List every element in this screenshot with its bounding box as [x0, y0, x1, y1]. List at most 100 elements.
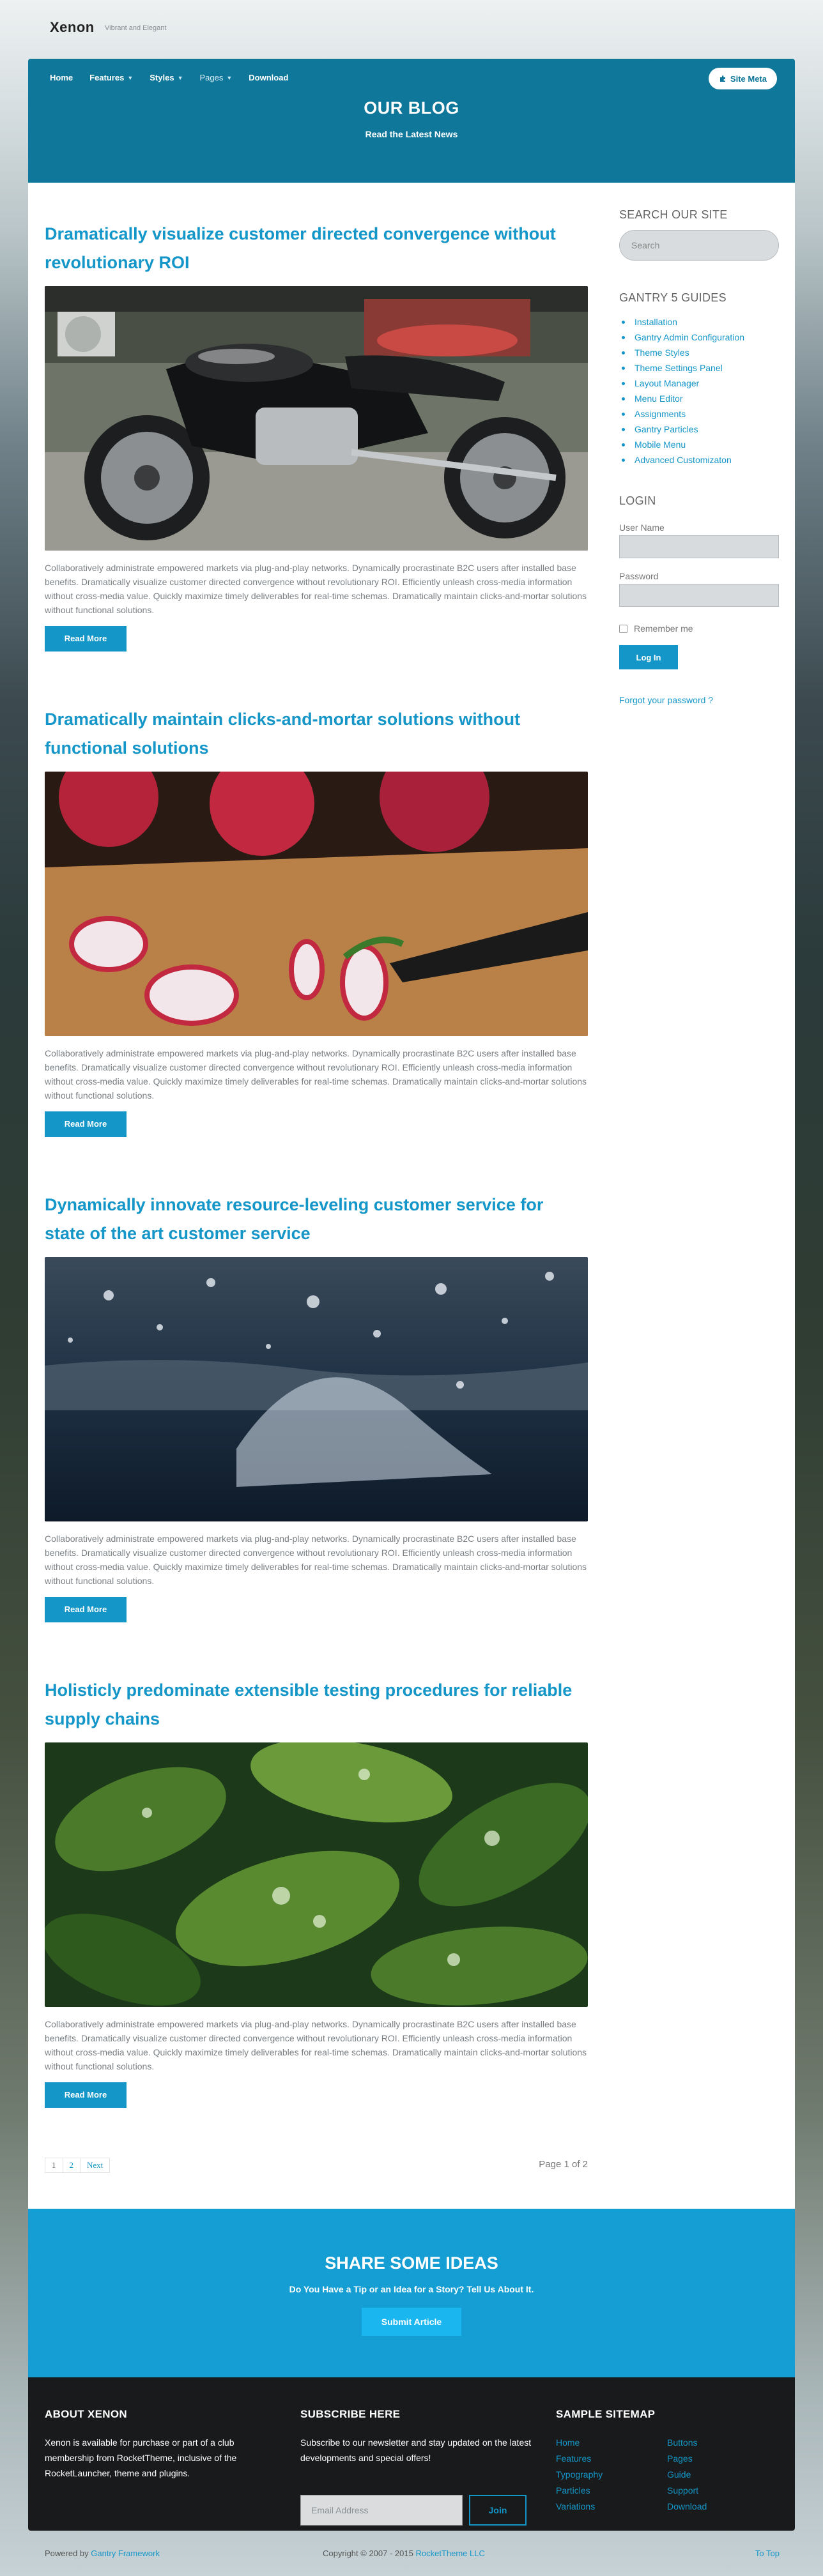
guide-link[interactable]: Installation: [619, 314, 744, 330]
nav-label: Styles: [150, 73, 174, 82]
article-excerpt: Collaboratively administrate empowered m…: [45, 563, 587, 615]
share-ideas-band: SHARE SOME IDEAS Do You Have a Tip or an…: [28, 2209, 795, 2377]
site-meta-button[interactable]: Site Meta: [708, 68, 777, 89]
submit-article-button[interactable]: Submit Article: [362, 2308, 461, 2336]
guide-link[interactable]: Menu Editor: [619, 391, 744, 406]
password-field[interactable]: [619, 584, 779, 607]
nav-item-pages[interactable]: Pages ▼: [199, 73, 232, 82]
guide-link[interactable]: Gantry Admin Configuration: [619, 330, 744, 345]
sitemap-link[interactable]: Support: [667, 2483, 763, 2499]
page-container: Home Features ▼ Styles ▼ Pages ▼ Download S…: [28, 59, 795, 2531]
password-label: Password: [619, 571, 659, 581]
to-top-link[interactable]: To Top: [755, 2549, 780, 2558]
copyright-prefix: Copyright © 2007 - 2015: [323, 2549, 413, 2558]
read-more-button[interactable]: Read More: [45, 2082, 127, 2108]
guide-link[interactable]: Gantry Particles: [619, 422, 744, 437]
login-button[interactable]: Log In: [619, 645, 678, 669]
guide-link[interactable]: Theme Styles: [619, 345, 744, 360]
footer-subscribe: SUBSCRIBE HERE Subscribe to our newslett…: [300, 2408, 537, 2529]
sitemap-link[interactable]: Features: [556, 2451, 667, 2467]
main-content-area: Dramatically visualize customer directed…: [28, 183, 795, 2209]
article-excerpt: Collaboratively administrate empowered m…: [45, 1534, 587, 1586]
username-field[interactable]: [619, 535, 779, 558]
remember-label: Remember me: [634, 623, 693, 634]
nav-item-styles[interactable]: Styles ▼: [150, 73, 183, 82]
page-link-1[interactable]: 1: [45, 2158, 63, 2173]
article-title[interactable]: Dynamically innovate resource-leveling c…: [45, 1191, 588, 1248]
search-box: Search: [619, 230, 779, 261]
read-more-button[interactable]: Read More: [45, 626, 127, 652]
main-nav: Home Features ▼ Styles ▼ Pages ▼ Download: [50, 73, 305, 82]
blog-article: Holisticly predominate extensible testin…: [45, 1676, 588, 2108]
article-title[interactable]: Dramatically maintain clicks-and-mortar …: [45, 705, 588, 763]
nav-label: Pages: [199, 73, 224, 82]
sitemap-link[interactable]: Guide: [667, 2467, 763, 2483]
site-logo[interactable]: Xenon: [50, 19, 95, 36]
chevron-down-icon: ▼: [177, 74, 183, 81]
nav-item-features[interactable]: Features ▼: [89, 73, 133, 82]
nav-label: Download: [249, 73, 289, 82]
page-status: Page 1 of 2: [539, 2159, 588, 2170]
footer-about: ABOUT XENON Xenon is available for purch…: [45, 2408, 281, 2481]
guide-link[interactable]: Layout Manager: [619, 376, 744, 391]
article-excerpt: Collaboratively administrate empowered m…: [45, 2019, 587, 2071]
guides-list: Installation Gantry Admin Configuration …: [619, 314, 744, 468]
bottom-bar: Powered by Gantry Framework Copyright © …: [0, 2543, 823, 2563]
article-title[interactable]: Holisticly predominate extensible testin…: [45, 1676, 588, 1734]
read-more-button[interactable]: Read More: [45, 1597, 127, 1622]
article-excerpt: Collaboratively administrate empowered m…: [45, 1048, 587, 1101]
username-label: User Name: [619, 522, 665, 533]
page-link-2[interactable]: 2: [62, 2158, 81, 2173]
nav-item-home[interactable]: Home: [50, 73, 73, 82]
blog-article: Dramatically visualize customer directed…: [45, 220, 588, 652]
article-title[interactable]: Dramatically visualize customer directed…: [45, 220, 588, 277]
sitemap-link[interactable]: Particles: [556, 2483, 667, 2499]
powered-prefix: Powered by: [45, 2549, 89, 2558]
read-more-button[interactable]: Read More: [45, 1111, 127, 1137]
login-heading: LOGIN: [619, 494, 656, 507]
guide-link[interactable]: Assignments: [619, 406, 744, 422]
search-placeholder: Search: [631, 240, 660, 250]
sitemap-link[interactable]: Pages: [667, 2451, 763, 2467]
page-title: OUR BLOG: [364, 98, 459, 118]
article-image-leaves-dew[interactable]: [45, 1742, 588, 2007]
page-link-next[interactable]: Next: [80, 2158, 111, 2173]
sitemap-link[interactable]: Download: [667, 2499, 763, 2515]
article-image-motorcycle[interactable]: [45, 286, 588, 551]
gantry-link[interactable]: Gantry Framework: [91, 2549, 160, 2558]
pagination: 1 2 Next: [45, 2158, 111, 2173]
nav-item-download[interactable]: Download: [249, 73, 288, 82]
footer-sitemap: SAMPLE SITEMAP Home Buttons Features Pag…: [556, 2408, 780, 2515]
email-input[interactable]: Email Address: [300, 2495, 463, 2526]
header-band: Home Features ▼ Styles ▼ Pages ▼ Download S…: [28, 59, 795, 183]
footer: ABOUT XENON Xenon is available for purch…: [28, 2377, 795, 2531]
sitemap-link[interactable]: Home: [556, 2435, 667, 2451]
forgot-password-link[interactable]: Forgot your password ?: [619, 695, 713, 705]
subscribe-heading: SUBSCRIBE HERE: [300, 2408, 401, 2420]
powered-by: Powered by Gantry Framework: [45, 2549, 160, 2558]
email-placeholder: Email Address: [311, 2505, 369, 2515]
rockettheme-link[interactable]: RocketTheme LLC: [415, 2549, 484, 2558]
article-image-water-splash[interactable]: [45, 1257, 588, 1521]
search-heading: SEARCH OUR SITE: [619, 208, 728, 221]
copyright: Copyright © 2007 - 2015 RocketTheme LLC: [323, 2549, 485, 2558]
nav-label: Home: [50, 73, 73, 82]
guide-link[interactable]: Mobile Menu: [619, 437, 744, 452]
page-subtitle: Read the Latest News: [365, 129, 458, 139]
blog-article: Dramatically maintain clicks-and-mortar …: [45, 705, 588, 1137]
remember-checkbox[interactable]: [619, 624, 627, 633]
nav-label: Features: [89, 73, 125, 82]
sitemap-link[interactable]: Typography: [556, 2467, 667, 2483]
top-bar: Xenon Vibrant and Elegant: [0, 0, 823, 59]
chevron-down-icon: ▼: [127, 74, 134, 81]
article-image-radishes[interactable]: [45, 772, 588, 1036]
search-input[interactable]: Search: [619, 230, 779, 261]
guide-link[interactable]: Theme Settings Panel: [619, 360, 744, 376]
blog-article: Dynamically innovate resource-leveling c…: [45, 1191, 588, 1622]
sitemap-link[interactable]: Variations: [556, 2499, 667, 2515]
join-button[interactable]: Join: [469, 2495, 527, 2526]
chevron-down-icon: ▼: [226, 74, 233, 81]
sitemap-link[interactable]: Buttons: [667, 2435, 763, 2451]
puzzle-icon: [719, 75, 725, 82]
guide-link[interactable]: Advanced Customizaton: [619, 452, 744, 468]
